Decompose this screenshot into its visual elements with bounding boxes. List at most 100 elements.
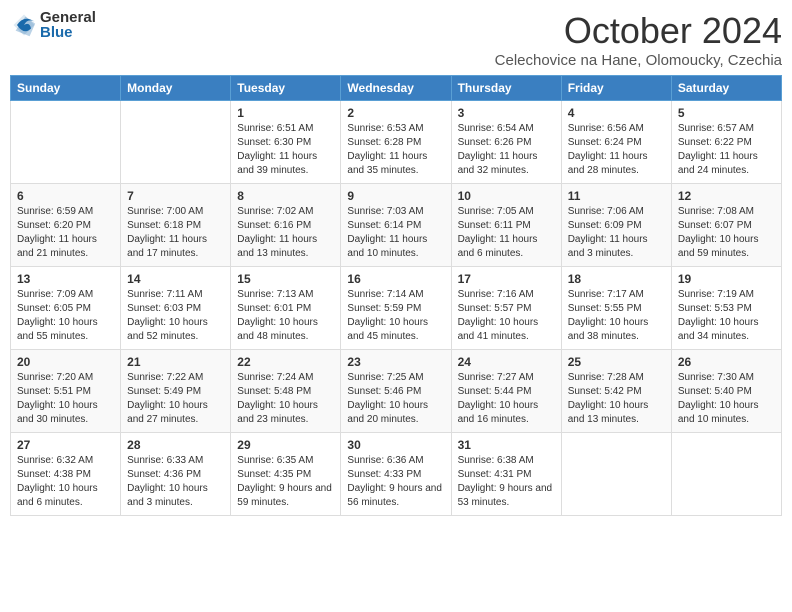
day-number: 21: [127, 355, 224, 369]
day-info: Sunrise: 6:53 AMSunset: 6:28 PMDaylight:…: [347, 122, 444, 178]
day-number: 16: [347, 272, 444, 286]
month-title: October 2024: [495, 10, 782, 52]
calendar-cell: 28 Sunrise: 6:33 AMSunset: 4:36 PMDaylig…: [121, 433, 231, 516]
day-number: 27: [17, 438, 114, 452]
calendar-cell: 9 Sunrise: 7:03 AMSunset: 6:14 PMDayligh…: [341, 184, 451, 267]
calendar-cell: 24 Sunrise: 7:27 AMSunset: 5:44 PMDaylig…: [451, 350, 561, 433]
day-number: 31: [458, 438, 555, 452]
day-info: Sunrise: 7:08 AMSunset: 6:07 PMDaylight:…: [678, 205, 775, 261]
day-info: Sunrise: 6:57 AMSunset: 6:22 PMDaylight:…: [678, 122, 775, 178]
weekday-header-row: SundayMondayTuesdayWednesdayThursdayFrid…: [11, 76, 782, 101]
day-number: 3: [458, 106, 555, 120]
day-number: 13: [17, 272, 114, 286]
logo-blue-text: Blue: [40, 25, 96, 40]
calendar-cell: 21 Sunrise: 7:22 AMSunset: 5:49 PMDaylig…: [121, 350, 231, 433]
day-number: 11: [568, 189, 665, 203]
day-number: 17: [458, 272, 555, 286]
weekday-header-sunday: Sunday: [11, 76, 121, 101]
header: General Blue October 2024 Celechovice na…: [10, 10, 782, 69]
day-number: 9: [347, 189, 444, 203]
day-number: 25: [568, 355, 665, 369]
calendar-cell: [561, 433, 671, 516]
day-info: Sunrise: 7:22 AMSunset: 5:49 PMDaylight:…: [127, 371, 224, 427]
day-info: Sunrise: 7:03 AMSunset: 6:14 PMDaylight:…: [347, 205, 444, 261]
day-info: Sunrise: 6:32 AMSunset: 4:38 PMDaylight:…: [17, 454, 114, 510]
calendar-cell: 13 Sunrise: 7:09 AMSunset: 6:05 PMDaylig…: [11, 267, 121, 350]
calendar-table: SundayMondayTuesdayWednesdayThursdayFrid…: [10, 75, 782, 516]
calendar-cell: 6 Sunrise: 6:59 AMSunset: 6:20 PMDayligh…: [11, 184, 121, 267]
day-info: Sunrise: 7:20 AMSunset: 5:51 PMDaylight:…: [17, 371, 114, 427]
day-number: 30: [347, 438, 444, 452]
day-number: 22: [237, 355, 334, 369]
calendar-cell: 1 Sunrise: 6:51 AMSunset: 6:30 PMDayligh…: [231, 101, 341, 184]
day-info: Sunrise: 7:19 AMSunset: 5:53 PMDaylight:…: [678, 288, 775, 344]
day-number: 10: [458, 189, 555, 203]
calendar-cell: 29 Sunrise: 6:35 AMSunset: 4:35 PMDaylig…: [231, 433, 341, 516]
day-info: Sunrise: 7:02 AMSunset: 6:16 PMDaylight:…: [237, 205, 334, 261]
weekday-header-thursday: Thursday: [451, 76, 561, 101]
calendar-cell: 3 Sunrise: 6:54 AMSunset: 6:26 PMDayligh…: [451, 101, 561, 184]
day-number: 5: [678, 106, 775, 120]
day-info: Sunrise: 7:14 AMSunset: 5:59 PMDaylight:…: [347, 288, 444, 344]
day-number: 2: [347, 106, 444, 120]
day-number: 15: [237, 272, 334, 286]
calendar-week-1: 1 Sunrise: 6:51 AMSunset: 6:30 PMDayligh…: [11, 101, 782, 184]
day-info: Sunrise: 7:11 AMSunset: 6:03 PMDaylight:…: [127, 288, 224, 344]
day-info: Sunrise: 6:38 AMSunset: 4:31 PMDaylight:…: [458, 454, 555, 510]
calendar-week-4: 20 Sunrise: 7:20 AMSunset: 5:51 PMDaylig…: [11, 350, 782, 433]
day-info: Sunrise: 6:33 AMSunset: 4:36 PMDaylight:…: [127, 454, 224, 510]
calendar-week-5: 27 Sunrise: 6:32 AMSunset: 4:38 PMDaylig…: [11, 433, 782, 516]
weekday-header-monday: Monday: [121, 76, 231, 101]
day-info: Sunrise: 6:51 AMSunset: 6:30 PMDaylight:…: [237, 122, 334, 178]
calendar-cell: 17 Sunrise: 7:16 AMSunset: 5:57 PMDaylig…: [451, 267, 561, 350]
calendar-cell: 16 Sunrise: 7:14 AMSunset: 5:59 PMDaylig…: [341, 267, 451, 350]
calendar-cell: 11 Sunrise: 7:06 AMSunset: 6:09 PMDaylig…: [561, 184, 671, 267]
day-info: Sunrise: 6:54 AMSunset: 6:26 PMDaylight:…: [458, 122, 555, 178]
calendar-cell: [121, 101, 231, 184]
calendar-cell: 19 Sunrise: 7:19 AMSunset: 5:53 PMDaylig…: [671, 267, 781, 350]
day-info: Sunrise: 7:27 AMSunset: 5:44 PMDaylight:…: [458, 371, 555, 427]
day-info: Sunrise: 7:30 AMSunset: 5:40 PMDaylight:…: [678, 371, 775, 427]
weekday-header-friday: Friday: [561, 76, 671, 101]
day-number: 19: [678, 272, 775, 286]
calendar-cell: 30 Sunrise: 6:36 AMSunset: 4:33 PMDaylig…: [341, 433, 451, 516]
day-info: Sunrise: 7:05 AMSunset: 6:11 PMDaylight:…: [458, 205, 555, 261]
day-number: 18: [568, 272, 665, 286]
calendar-cell: 12 Sunrise: 7:08 AMSunset: 6:07 PMDaylig…: [671, 184, 781, 267]
calendar-cell: 7 Sunrise: 7:00 AMSunset: 6:18 PMDayligh…: [121, 184, 231, 267]
calendar-cell: 10 Sunrise: 7:05 AMSunset: 6:11 PMDaylig…: [451, 184, 561, 267]
day-number: 8: [237, 189, 334, 203]
day-number: 20: [17, 355, 114, 369]
calendar-cell: 23 Sunrise: 7:25 AMSunset: 5:46 PMDaylig…: [341, 350, 451, 433]
day-info: Sunrise: 7:24 AMSunset: 5:48 PMDaylight:…: [237, 371, 334, 427]
weekday-header-wednesday: Wednesday: [341, 76, 451, 101]
day-info: Sunrise: 7:17 AMSunset: 5:55 PMDaylight:…: [568, 288, 665, 344]
calendar-cell: 31 Sunrise: 6:38 AMSunset: 4:31 PMDaylig…: [451, 433, 561, 516]
day-info: Sunrise: 7:28 AMSunset: 5:42 PMDaylight:…: [568, 371, 665, 427]
day-number: 1: [237, 106, 334, 120]
calendar-cell: 2 Sunrise: 6:53 AMSunset: 6:28 PMDayligh…: [341, 101, 451, 184]
day-number: 4: [568, 106, 665, 120]
day-info: Sunrise: 7:06 AMSunset: 6:09 PMDaylight:…: [568, 205, 665, 261]
calendar-cell: 22 Sunrise: 7:24 AMSunset: 5:48 PMDaylig…: [231, 350, 341, 433]
calendar-cell: 14 Sunrise: 7:11 AMSunset: 6:03 PMDaylig…: [121, 267, 231, 350]
day-info: Sunrise: 7:25 AMSunset: 5:46 PMDaylight:…: [347, 371, 444, 427]
logo: General Blue: [10, 10, 96, 40]
location-subtitle: Celechovice na Hane, Olomoucky, Czechia: [495, 52, 782, 69]
calendar-cell: 18 Sunrise: 7:17 AMSunset: 5:55 PMDaylig…: [561, 267, 671, 350]
logo-general-text: General: [40, 10, 96, 25]
calendar-week-2: 6 Sunrise: 6:59 AMSunset: 6:20 PMDayligh…: [11, 184, 782, 267]
calendar-cell: 15 Sunrise: 7:13 AMSunset: 6:01 PMDaylig…: [231, 267, 341, 350]
calendar-cell: 5 Sunrise: 6:57 AMSunset: 6:22 PMDayligh…: [671, 101, 781, 184]
day-number: 14: [127, 272, 224, 286]
calendar-cell: [671, 433, 781, 516]
day-number: 26: [678, 355, 775, 369]
calendar-cell: 20 Sunrise: 7:20 AMSunset: 5:51 PMDaylig…: [11, 350, 121, 433]
weekday-header-tuesday: Tuesday: [231, 76, 341, 101]
day-number: 12: [678, 189, 775, 203]
day-info: Sunrise: 6:36 AMSunset: 4:33 PMDaylight:…: [347, 454, 444, 510]
calendar-cell: 26 Sunrise: 7:30 AMSunset: 5:40 PMDaylig…: [671, 350, 781, 433]
calendar-week-3: 13 Sunrise: 7:09 AMSunset: 6:05 PMDaylig…: [11, 267, 782, 350]
calendar-cell: 25 Sunrise: 7:28 AMSunset: 5:42 PMDaylig…: [561, 350, 671, 433]
day-number: 24: [458, 355, 555, 369]
